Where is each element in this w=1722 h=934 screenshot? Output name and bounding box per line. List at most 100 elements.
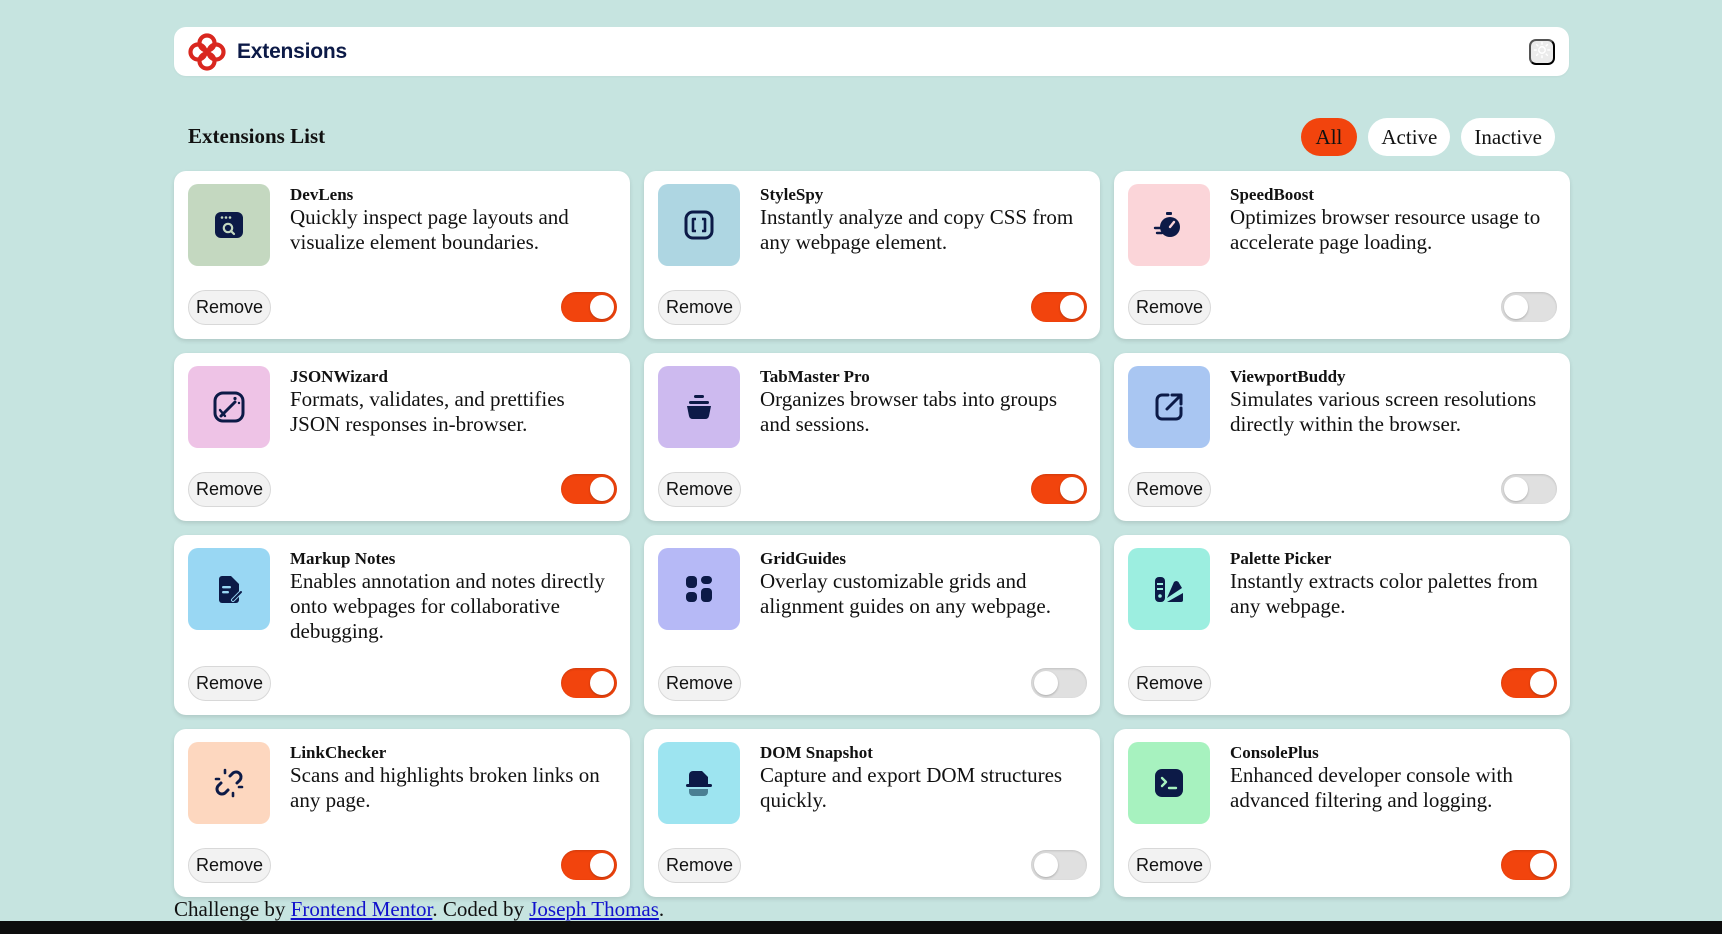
theme-toggle-button[interactable] xyxy=(1529,38,1555,65)
remove-button[interactable]: Remove xyxy=(188,666,272,701)
extension-card: ConsolePlus Enhanced developer console w… xyxy=(1114,729,1570,897)
filter-all-button[interactable]: All xyxy=(1300,118,1358,156)
extension-description: Organizes browser tabs into groups and s… xyxy=(760,387,1058,436)
frontend-mentor-link[interactable]: Frontend Mentor xyxy=(291,897,433,921)
extension-description: Quickly inspect page layouts and visuali… xyxy=(290,205,569,254)
attribution-middle: . Coded by xyxy=(432,897,530,921)
extension-description: Formats, validates, and prettifies JSON … xyxy=(290,387,565,436)
toggle-knob xyxy=(1504,295,1528,319)
sun-icon xyxy=(1533,41,1551,62)
speedboost-icon xyxy=(1128,184,1210,266)
toggle-knob xyxy=(590,477,614,501)
extension-name: DOM Snapshot xyxy=(760,743,873,762)
remove-button[interactable]: Remove xyxy=(658,666,742,701)
extension-card: SpeedBoost Optimizes browser resource us… xyxy=(1114,171,1570,339)
filter-inactive-button[interactable]: Inactive xyxy=(1461,118,1555,156)
tabmaster-icon xyxy=(658,366,740,448)
logo-icon xyxy=(187,32,227,72)
extension-name: GridGuides xyxy=(760,549,846,568)
logo[interactable]: Extensions xyxy=(187,32,347,72)
toggle-knob xyxy=(590,853,614,877)
extension-card: ViewportBuddy Simulates various screen r… xyxy=(1114,353,1570,521)
extension-name: Palette Picker xyxy=(1230,549,1332,568)
author-link[interactable]: Joseph Thomas xyxy=(529,897,659,921)
remove-button[interactable]: Remove xyxy=(658,848,742,883)
toggle-switch[interactable] xyxy=(1501,668,1557,698)
extension-card: DOM Snapshot Capture and export DOM stru… xyxy=(644,729,1100,897)
extension-name: Markup Notes xyxy=(290,549,396,568)
extension-card: TabMaster Pro Organizes browser tabs int… xyxy=(644,353,1100,521)
toggle-knob xyxy=(1034,853,1058,877)
extension-card: LinkChecker Scans and highlights broken … xyxy=(174,729,630,897)
extension-name: StyleSpy xyxy=(760,185,824,204)
extension-card: DevLens Quickly inspect page layouts and… xyxy=(174,171,630,339)
extension-description: Overlay customizable grids and alignment… xyxy=(760,569,1052,618)
toggle-switch[interactable] xyxy=(561,474,617,504)
jsonwizard-icon xyxy=(188,366,270,448)
remove-button[interactable]: Remove xyxy=(658,290,742,325)
consoleplus-icon xyxy=(1128,742,1210,824)
toggle-knob xyxy=(590,295,614,319)
extensions-grid: DevLens Quickly inspect page layouts and… xyxy=(174,171,1570,897)
app-title: Extensions xyxy=(237,39,348,63)
extension-name: LinkChecker xyxy=(290,743,387,762)
extension-card: GridGuides Overlay customizable grids an… xyxy=(644,535,1100,715)
attribution-prefix: Challenge by xyxy=(174,897,291,921)
stylespy-icon xyxy=(658,184,740,266)
remove-button[interactable]: Remove xyxy=(188,290,272,325)
remove-button[interactable]: Remove xyxy=(188,848,272,883)
extension-name: TabMaster Pro xyxy=(760,367,870,386)
linkchecker-icon xyxy=(188,742,270,824)
extension-name: SpeedBoost xyxy=(1230,185,1315,204)
extension-description: Capture and export DOM structures quickl… xyxy=(760,763,1063,812)
toggle-switch[interactable] xyxy=(561,668,617,698)
toggle-knob xyxy=(1034,671,1058,695)
toggle-knob xyxy=(1060,295,1084,319)
toggle-switch[interactable] xyxy=(1501,292,1557,322)
gridguides-icon xyxy=(658,548,740,630)
toggle-switch[interactable] xyxy=(561,850,617,880)
attribution-suffix: . xyxy=(658,897,665,921)
extension-description: Scans and highlights broken links on any… xyxy=(290,763,600,812)
extension-description: Optimizes browser resource usage to acce… xyxy=(1230,205,1541,254)
extension-card: JSONWizard Formats, validates, and prett… xyxy=(174,353,630,521)
remove-button[interactable]: Remove xyxy=(188,472,272,507)
toggle-knob xyxy=(1530,671,1554,695)
toggle-switch[interactable] xyxy=(1031,474,1087,504)
extension-description: Enables annotation and notes directly on… xyxy=(290,569,605,643)
domsnapshot-icon xyxy=(658,742,740,824)
filter-active-button[interactable]: Active xyxy=(1368,118,1451,156)
markupnotes-icon xyxy=(188,548,270,630)
extension-description: Enhanced developer console with advanced… xyxy=(1230,763,1513,812)
viewportbuddy-icon xyxy=(1128,366,1210,448)
extension-description: Instantly analyze and copy CSS from any … xyxy=(760,205,1074,254)
remove-button[interactable]: Remove xyxy=(1128,290,1212,325)
toggle-switch[interactable] xyxy=(1501,474,1557,504)
toggle-switch[interactable] xyxy=(1031,668,1087,698)
remove-button[interactable]: Remove xyxy=(658,472,742,507)
remove-button[interactable]: Remove xyxy=(1128,848,1212,883)
toggle-switch[interactable] xyxy=(1031,292,1087,322)
toggle-knob xyxy=(1060,477,1084,501)
remove-button[interactable]: Remove xyxy=(1128,666,1212,701)
toggle-switch[interactable] xyxy=(1031,850,1087,880)
extension-name: ViewportBuddy xyxy=(1230,367,1346,386)
extension-card: StyleSpy Instantly analyze and copy CSS … xyxy=(644,171,1100,339)
toggle-knob xyxy=(1504,477,1528,501)
filter-group: All Active Inactive xyxy=(1300,118,1555,156)
remove-button[interactable]: Remove xyxy=(1128,472,1212,507)
palettepicker-icon xyxy=(1128,548,1210,630)
extension-description: Instantly extracts color palettes from a… xyxy=(1230,569,1538,618)
toggle-knob xyxy=(1530,853,1554,877)
toggle-knob xyxy=(590,671,614,695)
list-title: Extensions List xyxy=(188,124,326,148)
extension-name: ConsolePlus xyxy=(1230,743,1319,762)
attribution: Challenge by Frontend Mentor. Coded by J… xyxy=(174,897,664,922)
page: Extensions Extensions List All Active In… xyxy=(0,0,1722,934)
bottom-edge-bar xyxy=(0,921,1722,934)
extension-card: Palette Picker Instantly extracts color … xyxy=(1114,535,1570,715)
toggle-switch[interactable] xyxy=(561,292,617,322)
extension-name: DevLens xyxy=(290,185,354,204)
devlens-icon xyxy=(188,184,270,266)
toggle-switch[interactable] xyxy=(1501,850,1557,880)
